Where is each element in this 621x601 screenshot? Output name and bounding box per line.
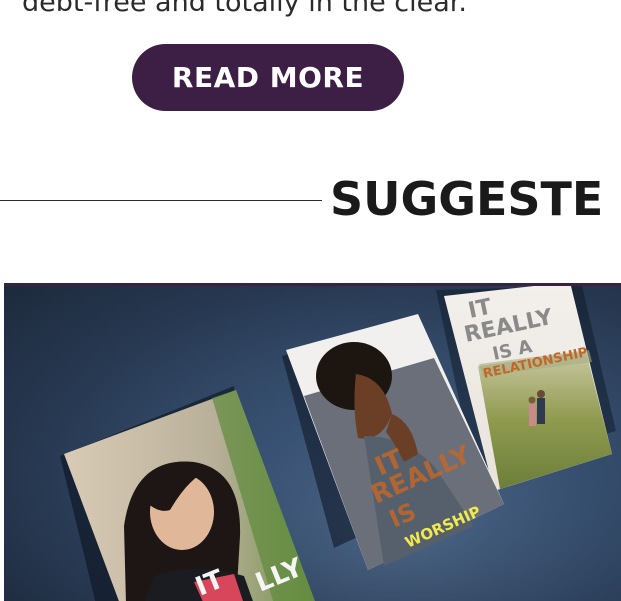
hero-image-books[interactable]: IT REALLY IS A RELATIONSHIP IT REALLY IS… <box>4 283 621 601</box>
section-heading: SUGGESTE <box>330 172 604 226</box>
section-divider <box>0 200 322 201</box>
read-more-button[interactable]: READ MORE <box>132 44 404 111</box>
intro-text: debt-free and totally in the clear. <box>22 0 468 18</box>
page: debt-free and totally in the clear. READ… <box>0 0 621 601</box>
books-illustration: IT REALLY IS A RELATIONSHIP IT REALLY IS… <box>4 286 621 601</box>
